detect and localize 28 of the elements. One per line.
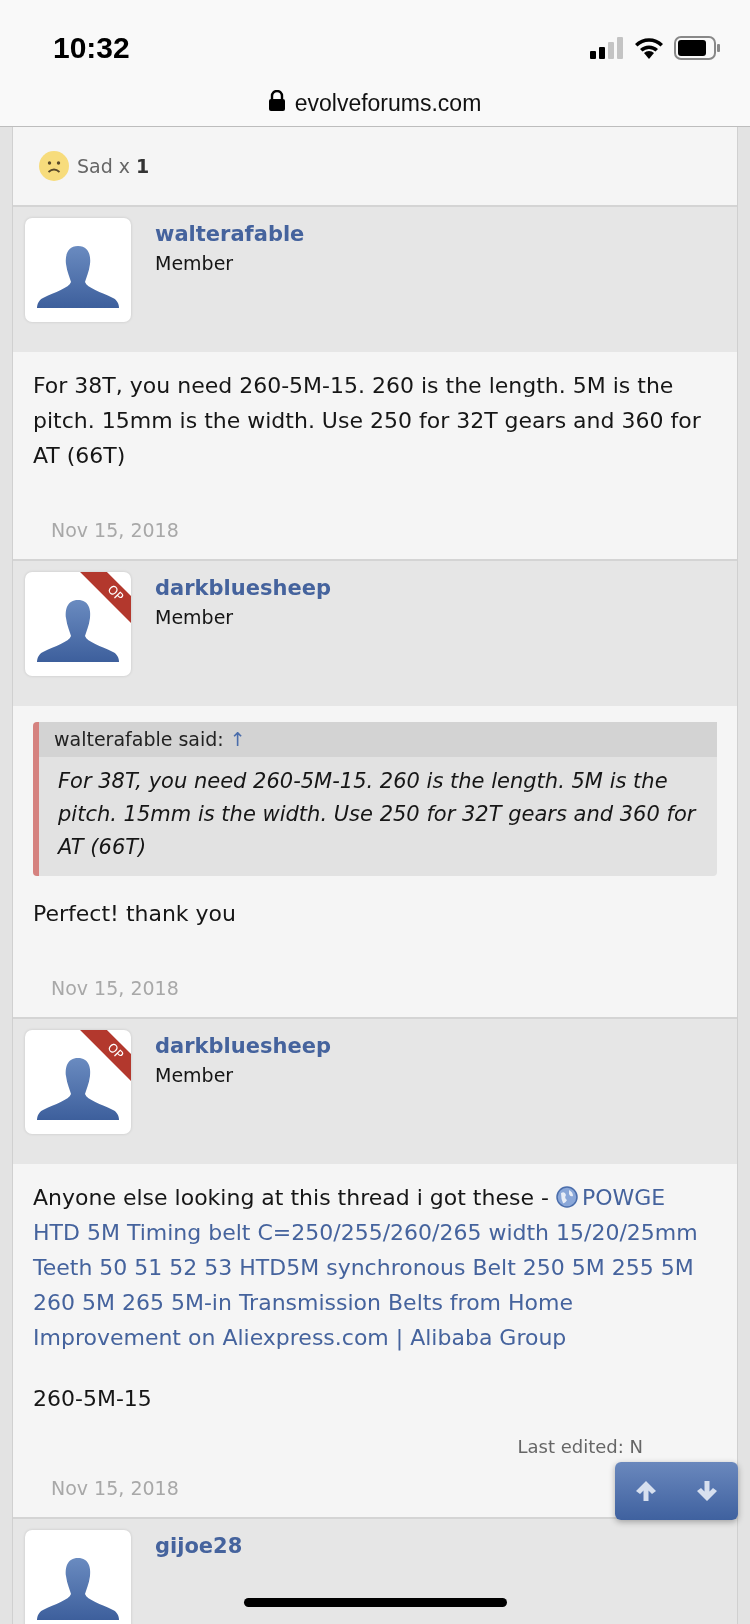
post-text: Perfect! thank you — [33, 900, 238, 928]
author-name[interactable]: darkbluesheep — [155, 576, 331, 600]
sad-face-icon — [39, 151, 69, 181]
arrow-down-icon — [695, 1479, 720, 1503]
author-name[interactable]: walterafable — [155, 222, 305, 246]
address-url[interactable]: evolveforums.com — [294, 90, 482, 117]
author-name[interactable]: gijoe28 — [155, 1534, 243, 1558]
avatar[interactable] — [25, 1530, 131, 1624]
globe-icon — [555, 1186, 578, 1208]
jump-to-quote-link[interactable]: ↑ — [229, 728, 246, 750]
post-text: Anyone else looking at this thread i got these - POWGE HTD 5M Timing belt C=250/255/260/265 width 15/20/25mm Teeth 50 51 52 53 HTD5M synchronous Belt 250 5M 255 5M 260 5M 265 5M-in Transmission Belts from Home Improvement on Aliexpress.com | Alibaba Group — [33, 1184, 699, 1353]
user-role: Member — [155, 1064, 235, 1086]
avatar[interactable] — [25, 218, 131, 322]
last-edited-note: Last edited: N — [516, 1436, 644, 1457]
author-name[interactable]: darkbluesheep — [155, 1034, 331, 1058]
quote-text: For 38T, you need 260-5M-15. 260 is the length. 5M is the pitch. 15mm is the width. Use 250 for 32T gears and 360 for AT (66T) — [56, 768, 698, 861]
battery-icon — [674, 36, 720, 60]
reaction-summary[interactable]: Sad x 1 — [77, 155, 150, 177]
post-text: 260-5M-15 — [33, 1385, 153, 1413]
user-role: Member — [155, 606, 235, 628]
avatar[interactable]: OP — [25, 572, 131, 676]
status-time: 10:32 — [53, 31, 130, 65]
wifi-icon — [634, 37, 664, 59]
quote-attribution: walterafable said: — [54, 728, 224, 750]
post-text: For 38T, you need 260-5M-15. 260 is the length. 5M is the pitch. 15mm is the width. Use 250 for 32T gears and 360 for AT (66T) — [33, 372, 702, 470]
user-role: Member — [155, 252, 235, 274]
avatar[interactable]: OP — [25, 1030, 131, 1134]
signal-icon — [590, 37, 624, 59]
